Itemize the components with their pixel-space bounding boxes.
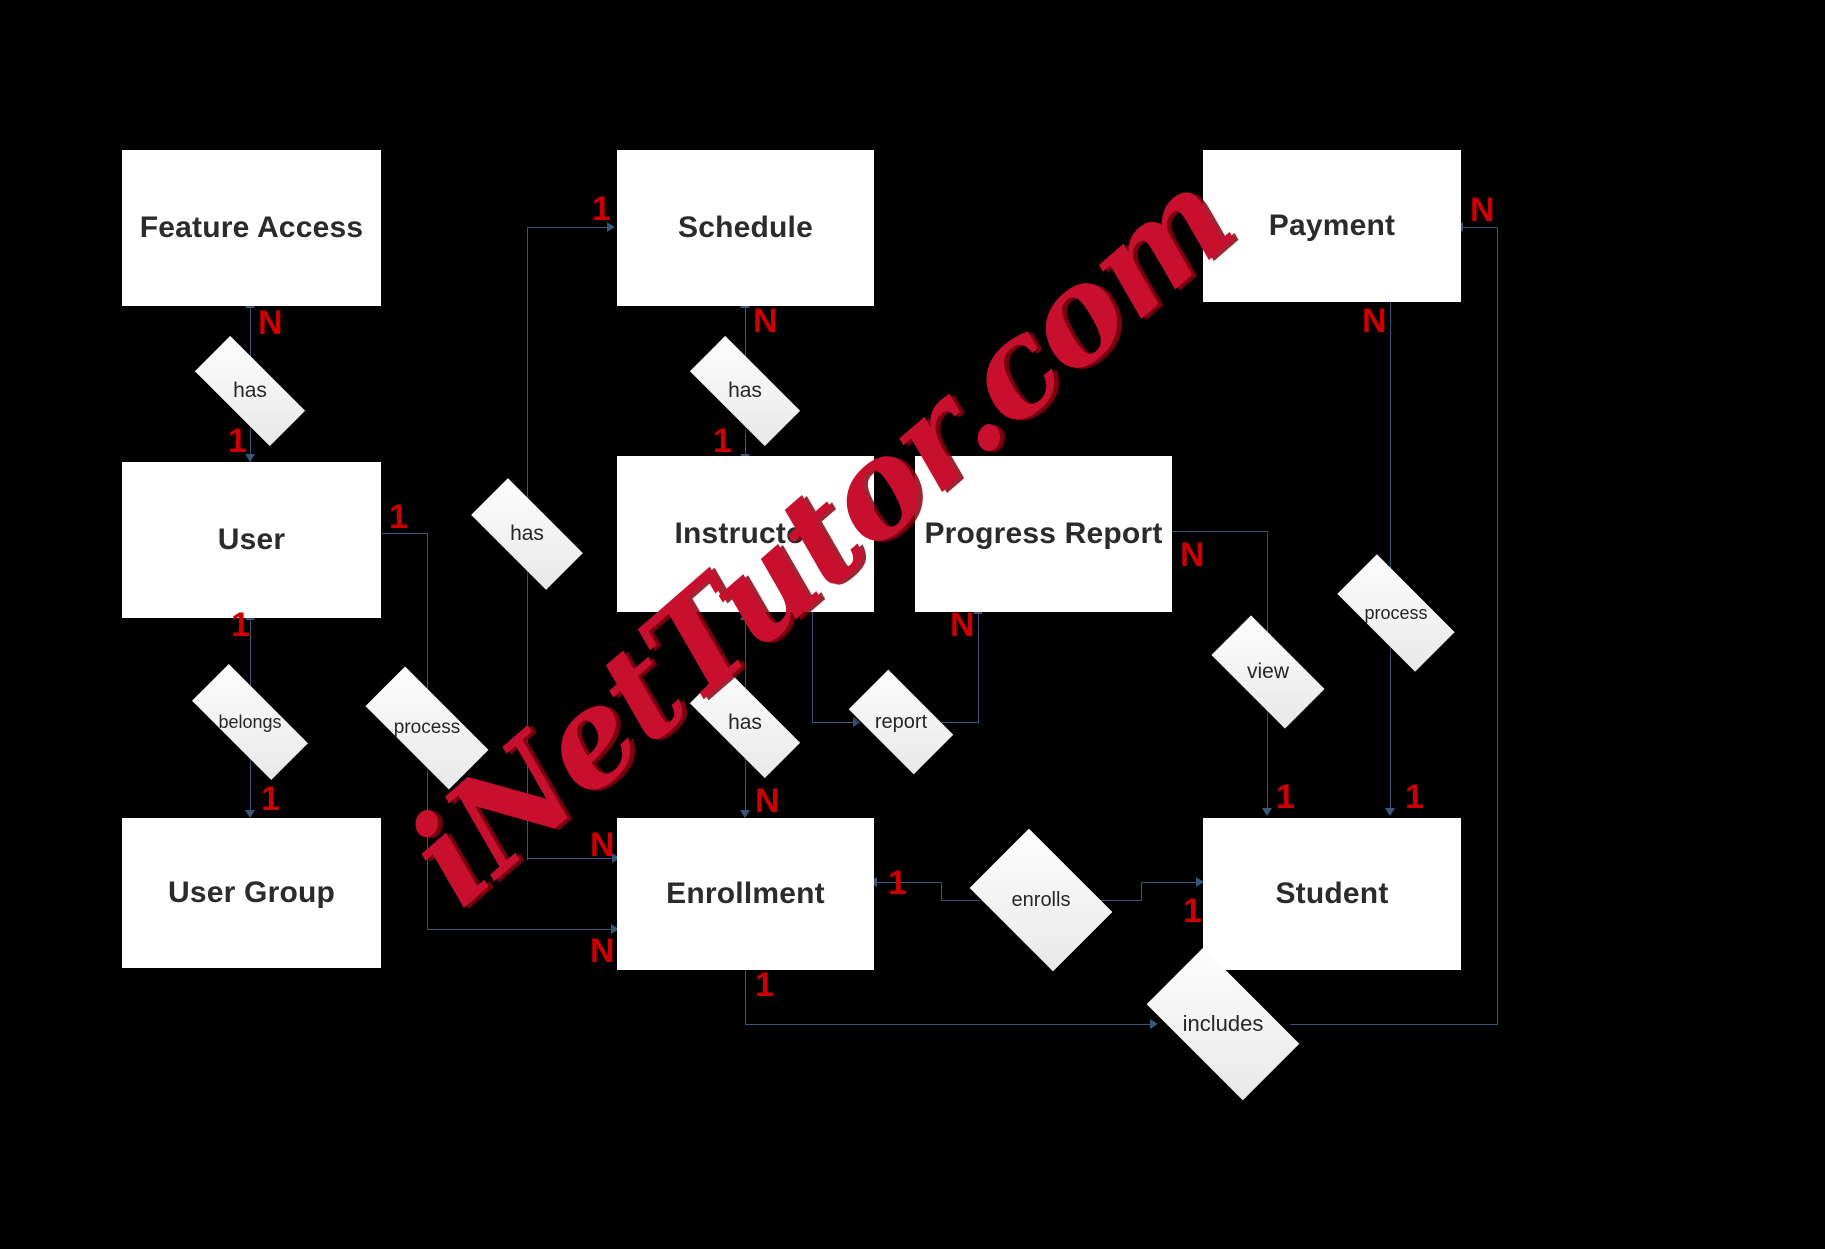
relationship-has-schedule-enrollment[interactable]: has <box>471 478 583 590</box>
entity-label: Payment <box>1268 209 1396 242</box>
entity-label: Instructor <box>674 517 817 550</box>
connector-enrollment-includes-v <box>745 970 746 1024</box>
arrowhead-student-top-right <box>1385 808 1395 816</box>
connector-view-student-v <box>1267 702 1268 812</box>
connector-process-student-v <box>1390 642 1391 812</box>
connector-enrollment-includes-h <box>745 1024 1155 1025</box>
connector-hasched-v-upper <box>527 227 528 507</box>
entity-label: Schedule <box>678 211 813 244</box>
entity-label: User Group <box>167 876 336 909</box>
connector-report-right-h <box>942 722 979 723</box>
connector-instructor-has2 <box>745 618 746 698</box>
relationship-label: has <box>233 379 267 402</box>
relationship-label: has <box>728 379 762 402</box>
relationship-label: belongs <box>218 711 282 732</box>
connector-progressreport-report-v <box>978 612 979 722</box>
cardinality-instructor-report-n: N <box>950 606 975 644</box>
cardinality-enrollment-process-n: N <box>590 932 615 970</box>
relationship-belongs[interactable]: belongs <box>192 664 308 780</box>
relationship-enrolls[interactable]: enrolls <box>969 828 1113 972</box>
connector-enrolls-left-top <box>876 882 942 883</box>
relationship-has-schedule[interactable]: has <box>689 335 801 447</box>
cardinality-instructor-has-1: 1 <box>713 422 732 460</box>
cardinality-schedule-has-n: N <box>753 302 778 340</box>
entity-payment[interactable]: Payment <box>1203 150 1461 302</box>
cardinality-payment-bottom-n: N <box>1362 302 1387 340</box>
entity-label: Feature Access <box>139 211 364 244</box>
cardinality-payment-top-n: N <box>1470 191 1495 229</box>
relationship-label: enrolls <box>1011 888 1071 911</box>
entity-label: Student <box>1275 877 1389 910</box>
entity-user[interactable]: User <box>122 462 381 618</box>
cardinality-view-student-1: 1 <box>1276 778 1295 816</box>
connector-includes-payment-v <box>1497 227 1498 1024</box>
arrowhead-enrollment-top <box>740 810 750 818</box>
connector-includes-right-h <box>1290 1024 1498 1025</box>
relationship-label: includes <box>1182 1011 1264 1036</box>
relationship-includes[interactable]: includes <box>1146 947 1300 1101</box>
cardinality-enrollment-enrolls-1: 1 <box>888 864 907 902</box>
entity-feature-access[interactable]: Feature Access <box>122 150 381 306</box>
entity-progress-report[interactable]: Progress Report <box>915 456 1172 612</box>
entity-instructor[interactable]: Instructor <box>617 456 874 612</box>
relationship-has-featureaccess[interactable]: has <box>194 335 306 447</box>
entity-user-group[interactable]: User Group <box>122 818 381 968</box>
entity-schedule[interactable]: Schedule <box>617 150 874 306</box>
connector-payment-process-v <box>1390 302 1391 582</box>
relationship-label: view <box>1246 660 1289 683</box>
cardinality-schedule-1: 1 <box>592 190 611 228</box>
relationship-label: has <box>728 711 762 734</box>
connector-enrolls-left-v <box>941 882 942 901</box>
connector-instructor-report-v <box>812 612 813 722</box>
cardinality-schedule-enroll-n: N <box>590 826 615 864</box>
cardinality-progress-report-n: N <box>1180 536 1205 574</box>
arrowhead-usergroup-top <box>245 810 255 818</box>
cardinality-enrollment-includes-1: 1 <box>755 966 774 1004</box>
entity-label: Progress Report <box>924 517 1163 550</box>
connector-process-enrollment-h <box>427 929 617 930</box>
connector-enrolls-right-v <box>1141 882 1142 901</box>
cardinality-user-process-1: 1 <box>389 498 408 536</box>
connector-view-v-top <box>1267 531 1268 641</box>
cardinality-user-has-1: 1 <box>228 422 247 460</box>
cardinality-process-student-1: 1 <box>1405 778 1424 816</box>
cardinality-student-enrolls-1: 1 <box>1183 892 1202 930</box>
relationship-label: process <box>393 717 461 738</box>
relationship-label: has <box>510 522 544 545</box>
connector-process-enrollment-v <box>427 760 428 930</box>
er-diagram-canvas: Feature Access Schedule Payment User Ins… <box>0 0 1825 1249</box>
relationship-label: report <box>874 710 928 733</box>
connector-progressreport-view-h <box>1172 531 1268 532</box>
arrowhead-instructor-bottom <box>740 612 750 620</box>
cardinality-enrollment-has-n: N <box>755 782 780 820</box>
entity-label: User <box>217 523 286 556</box>
cardinality-feature-access-n: N <box>258 304 283 342</box>
connector-enrolls-right-top <box>1141 882 1203 883</box>
relationship-process-enrollment[interactable]: process <box>365 666 489 790</box>
entity-student[interactable]: Student <box>1203 818 1461 970</box>
entity-enrollment[interactable]: Enrollment <box>617 818 874 970</box>
relationship-label: process <box>1364 602 1428 623</box>
relationship-report[interactable]: report <box>848 669 954 775</box>
connector-hasched-v-lower <box>527 570 528 860</box>
relationship-view[interactable]: view <box>1211 615 1325 729</box>
relationship-has-instructor-enrollment[interactable]: has <box>689 667 801 779</box>
cardinality-user-belongs-1: 1 <box>231 606 250 644</box>
entity-label: Enrollment <box>666 877 825 910</box>
arrowhead-student-top-left <box>1262 808 1272 816</box>
relationship-process-payment[interactable]: process <box>1337 554 1455 672</box>
cardinality-usergroup-1: 1 <box>261 780 280 818</box>
